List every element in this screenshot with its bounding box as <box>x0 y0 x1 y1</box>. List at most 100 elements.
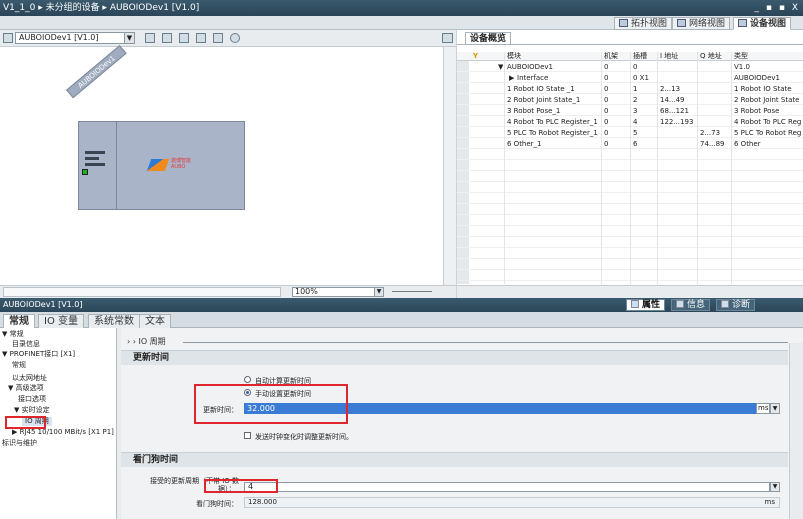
interface-port[interactable] <box>82 169 88 175</box>
column-header[interactable]: 类型 <box>734 52 802 61</box>
expand-icon[interactable]: ▶ <box>509 74 514 83</box>
tab-io-variables[interactable]: IO 变量 <box>38 314 84 328</box>
nav-profinet-general[interactable]: 常规 <box>12 361 26 370</box>
tab-general[interactable]: 常规 <box>3 314 35 328</box>
device-tool-icon[interactable] <box>3 33 13 43</box>
nav-general[interactable]: ▼ 常规 <box>2 330 24 339</box>
expand-icon[interactable]: ▼ <box>498 63 503 72</box>
adapt-update-checkbox[interactable] <box>244 432 251 439</box>
slot-bar <box>85 163 105 166</box>
tab-properties[interactable]: 属性 <box>626 299 666 311</box>
table-cell: 2 <box>633 96 638 104</box>
zoom-slider[interactable] <box>392 291 432 292</box>
table-cell: 3 Robot Pose <box>734 107 780 115</box>
horizontal-scrollbar[interactable] <box>3 287 281 297</box>
device-select[interactable]: AUBOIODev1 [V1.0] ▼ <box>15 32 135 44</box>
table-cell: 0 <box>604 96 609 104</box>
zoom-select[interactable]: 100% ▼ <box>292 287 384 297</box>
column-header[interactable]: 模块 <box>507 52 602 61</box>
table-cell: 6 <box>633 140 638 148</box>
column-header[interactable]: Q 地址 <box>700 52 732 61</box>
column-header[interactable]: 机架 <box>604 52 631 61</box>
chevron-down-icon[interactable]: ▼ <box>770 482 780 492</box>
window-controls[interactable]: _ ▪ ▪ X <box>755 0 800 16</box>
zoom-icon[interactable] <box>230 33 240 43</box>
adapt-update-label: 发送时钟变化时调整更新时间。 <box>255 433 353 441</box>
column-header[interactable]: 插槽 <box>633 52 658 61</box>
content-vertical-scrollbar[interactable] <box>789 343 803 519</box>
topology-icon <box>619 19 628 27</box>
tab-network-view[interactable]: 网络视图 <box>672 17 731 30</box>
network-link-icon[interactable] <box>179 33 189 43</box>
table-cell: 0 <box>604 118 609 126</box>
table-cell: AUBOIODev1 <box>507 63 553 71</box>
grid-icon[interactable] <box>196 33 206 43</box>
watchdog-time-value: 128.000 ms <box>244 497 780 508</box>
nav-ethernet-address[interactable]: 以太网地址 <box>12 374 47 383</box>
update-time-unit[interactable]: ms <box>756 403 770 414</box>
auto-update-radio[interactable] <box>244 376 251 383</box>
table-cell: 0 <box>604 85 609 93</box>
update-time-input[interactable]: 32.000 <box>244 403 756 414</box>
table-cell <box>660 129 698 138</box>
table-cell: 0 X1 <box>633 74 649 82</box>
nav-interface-options[interactable]: 接口选项 <box>18 395 46 404</box>
tab-info[interactable]: 信息 <box>671 299 711 311</box>
nav-rj45-port[interactable]: ▶ RJ45 10/100 MBit/s [X1 P1] <box>12 428 114 437</box>
graphic-view-panel: AUBOIODev1 [V1.0] ▼ AUBOIODev1 遨博智能 AUBO… <box>0 30 456 298</box>
nav-advanced-options[interactable]: ▼ 高级选项 <box>8 384 44 393</box>
device-label: AUBOIODev1 <box>66 45 127 99</box>
navigation-tree: ▼ 常规 目录信息 ▼ PROFINET接口 [X1] 常规 以太网地址 ▼ 高… <box>0 328 117 519</box>
table-cell: 1 Robot IO State _1 <box>507 85 575 93</box>
overview-separator <box>457 44 803 45</box>
chevron-down-icon[interactable]: ▼ <box>770 403 780 414</box>
overview-horizontal-scrollbar[interactable] <box>457 285 803 298</box>
table-cell: 5 PLC To Robot Register_1 <box>507 129 598 137</box>
collapse-panel-icon[interactable] <box>442 33 453 43</box>
module-icon[interactable] <box>162 33 172 43</box>
chevron-down-icon[interactable]: ▼ <box>124 33 134 43</box>
table-cell: 1 Robot IO State <box>734 85 792 93</box>
slot-bar <box>85 157 99 160</box>
vertical-scrollbar[interactable] <box>443 47 456 285</box>
nav-identification[interactable]: 标识与维护 <box>2 439 37 448</box>
table-cell: 1 <box>633 85 638 93</box>
table-cell: 0 <box>604 140 609 148</box>
table-cell <box>660 74 698 83</box>
property-subtabs: 常规 IO 变量 系统常数 文本 <box>0 312 803 328</box>
table-cell: 5 PLC To Robot Reg... <box>734 129 802 137</box>
tab-texts[interactable]: 文本 <box>139 314 171 328</box>
table-cell <box>660 140 698 149</box>
tab-device-view[interactable]: 设备视图 <box>733 17 792 30</box>
column-divider <box>657 52 658 284</box>
tab-topology-view[interactable]: 拓扑视图 <box>614 17 673 30</box>
aubo-logo: 遨博智能 AUBO <box>146 157 205 173</box>
table-cell: 122...193 <box>660 118 694 126</box>
tab-system-constants[interactable]: 系统常数 <box>88 314 140 328</box>
nav-realtime-settings[interactable]: ▼ 实时设定 <box>14 406 50 415</box>
info-icon <box>676 300 684 308</box>
properties-icon <box>631 300 639 308</box>
nav-io-cycle[interactable]: IO 周期 <box>22 417 52 426</box>
table-icon[interactable] <box>213 33 223 43</box>
tab-diagnostics[interactable]: 诊断 <box>716 299 756 311</box>
rack-icon[interactable] <box>145 33 155 43</box>
tab-device-overview[interactable]: 设备概览 <box>465 32 512 44</box>
column-divider <box>601 52 602 284</box>
device-module[interactable]: 遨博智能 AUBO <box>78 121 245 210</box>
table-cell: 0 <box>633 63 638 71</box>
graphic-toolbar: AUBOIODev1 [V1.0] ▼ <box>0 30 456 47</box>
column-divider <box>504 52 505 284</box>
chevron-down-icon[interactable]: ▼ <box>374 288 383 296</box>
diagnostics-icon <box>721 300 729 308</box>
table-cell: 4 <box>633 118 638 126</box>
column-header[interactable]: I 地址 <box>660 52 698 61</box>
column-divider <box>630 52 631 284</box>
manual-update-radio[interactable] <box>244 389 251 396</box>
accepted-cycles-input[interactable]: 4 <box>244 482 770 492</box>
device-canvas[interactable]: AUBOIODev1 遨博智能 AUBO <box>0 45 443 285</box>
view-tabs: 拓扑视图 网络视图 设备视图 <box>0 16 803 30</box>
nav-profinet-interface[interactable]: ▼ PROFINET接口 [X1] <box>2 350 75 359</box>
table-cell: 0 <box>604 74 609 82</box>
nav-catalog-info[interactable]: 目录信息 <box>12 340 40 349</box>
